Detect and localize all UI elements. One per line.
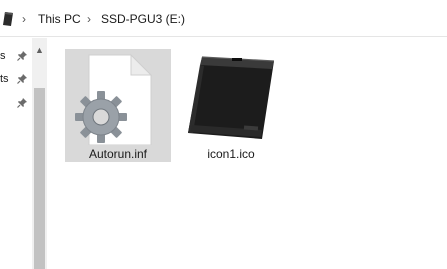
nav-scrollbar[interactable]: ▲ bbox=[32, 38, 47, 269]
file-item-autorun[interactable]: Autorun.inf bbox=[65, 49, 171, 162]
file-item-icon1[interactable]: icon1.ico bbox=[178, 49, 284, 162]
portable-drive-icon bbox=[3, 12, 13, 26]
breadcrumb-drive[interactable]: SSD-PGU3 (E:) bbox=[101, 12, 185, 26]
address-bar[interactable]: › This PC › SSD-PGU3 (E:) bbox=[0, 0, 447, 37]
breadcrumb-this-pc[interactable]: This PC bbox=[38, 12, 81, 26]
scroll-thumb[interactable] bbox=[34, 88, 45, 269]
file-name[interactable]: icon1.ico bbox=[178, 147, 284, 161]
pin-icon[interactable] bbox=[17, 73, 28, 84]
file-list: Autorun.inf icon1.ico bbox=[47, 38, 447, 269]
nav-item-label[interactable]: ts bbox=[0, 73, 9, 85]
chevron-right-icon[interactable]: › bbox=[87, 12, 91, 26]
file-explorer-window: › This PC › SSD-PGU3 (E:) s ts ▲ Autorun… bbox=[0, 0, 447, 269]
pin-icon[interactable] bbox=[17, 50, 28, 61]
pin-icon[interactable] bbox=[17, 97, 28, 108]
portable-drive-icon bbox=[188, 56, 275, 139]
navigation-pane: s ts ▲ bbox=[0, 38, 47, 269]
settings-file-icon bbox=[75, 53, 153, 145]
chevron-right-icon[interactable]: › bbox=[22, 12, 26, 26]
nav-item-label[interactable]: s bbox=[0, 50, 6, 62]
chevron-up-icon[interactable]: ▲ bbox=[32, 43, 47, 57]
file-name[interactable]: Autorun.inf bbox=[65, 147, 171, 161]
